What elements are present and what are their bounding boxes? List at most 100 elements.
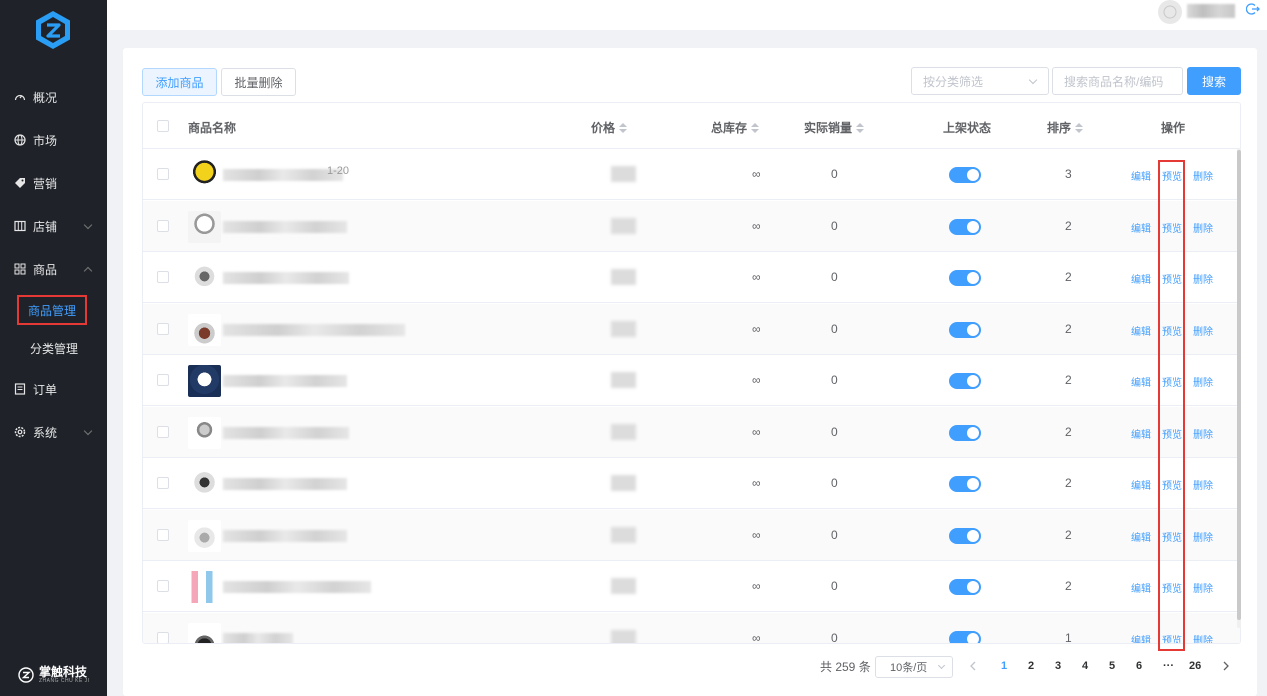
delete-link[interactable]: 删除	[1193, 168, 1213, 183]
page-number[interactable]: 4	[1082, 660, 1088, 672]
delete-link[interactable]: 删除	[1193, 426, 1213, 441]
page-number[interactable]: 5	[1109, 660, 1115, 672]
product-thumbnail[interactable]	[188, 159, 221, 191]
product-thumbnail[interactable]	[188, 571, 221, 603]
nav-item-store[interactable]: 店铺	[0, 211, 107, 241]
app-logo-icon[interactable]	[33, 10, 73, 50]
sidebar-subitem-goods-management[interactable]: 商品管理	[17, 295, 87, 325]
sort-value: 2	[1065, 270, 1072, 284]
header-sales[interactable]: 实际销量	[804, 119, 865, 136]
product-thumbnail[interactable]	[188, 313, 221, 346]
on-shelf-toggle[interactable]	[949, 579, 981, 595]
delete-link[interactable]: 删除	[1193, 580, 1213, 595]
on-shelf-toggle[interactable]	[949, 476, 981, 492]
logout-icon[interactable]	[1246, 2, 1260, 16]
page-size-select[interactable]: 10条/页	[875, 656, 953, 678]
delete-link[interactable]: 删除	[1193, 477, 1213, 492]
page-ellipsis[interactable]: ···	[1163, 660, 1174, 672]
on-shelf-toggle[interactable]	[949, 167, 981, 183]
nav-item-orders[interactable]: 订单	[0, 374, 107, 404]
edit-link[interactable]: 编辑	[1131, 374, 1151, 389]
nav-item-system[interactable]: 系统	[0, 417, 107, 447]
page-number[interactable]: 26	[1189, 660, 1201, 672]
product-thumbnail[interactable]	[188, 365, 221, 397]
delete-link[interactable]: 删除	[1193, 632, 1213, 644]
product-thumbnail[interactable]	[188, 519, 221, 552]
chevron-down-icon	[937, 661, 946, 670]
sales-value: 0	[831, 218, 838, 233]
search-input[interactable]: 搜索商品名称/编码	[1052, 67, 1183, 95]
sort-value: 1	[1065, 630, 1072, 644]
nav-item-market[interactable]: 市场	[0, 125, 107, 155]
search-placeholder: 搜索商品名称/编码	[1064, 74, 1164, 89]
edit-link[interactable]: 编辑	[1131, 220, 1151, 235]
product-thumbnail[interactable]	[188, 210, 221, 243]
row-checkbox[interactable]	[157, 528, 169, 541]
on-shelf-toggle[interactable]	[949, 218, 981, 235]
nav-item-goods[interactable]: 商品	[0, 254, 107, 284]
delete-link[interactable]: 删除	[1193, 323, 1213, 338]
nav-item-overview[interactable]: 概况	[0, 82, 107, 112]
on-shelf-toggle[interactable]	[949, 321, 981, 338]
row-checkbox[interactable]	[157, 631, 169, 643]
add-goods-button[interactable]: 添加商品	[142, 68, 217, 96]
row-checkbox[interactable]	[157, 271, 169, 283]
scrollbar-thumb[interactable]	[1237, 150, 1241, 620]
nav-item-marketing[interactable]: 营销	[0, 168, 107, 198]
product-thumbnail[interactable]	[188, 622, 221, 643]
product-thumbnail[interactable]	[188, 262, 221, 294]
edit-link[interactable]: 编辑	[1131, 529, 1151, 544]
on-shelf-toggle[interactable]	[949, 270, 981, 286]
next-page-icon[interactable]	[1222, 661, 1230, 671]
on-shelf-toggle[interactable]	[949, 424, 981, 441]
row-checkbox[interactable]	[157, 322, 169, 335]
edit-link[interactable]: 编辑	[1131, 426, 1151, 441]
edit-link[interactable]: 编辑	[1131, 632, 1151, 644]
header-price[interactable]: 价格	[591, 119, 628, 136]
header-stock[interactable]: 总库存	[711, 119, 760, 136]
on-shelf-toggle[interactable]	[949, 630, 981, 643]
page-number[interactable]: 6	[1136, 660, 1142, 672]
edit-link[interactable]: 编辑	[1131, 168, 1151, 183]
page-number[interactable]: 1	[1001, 660, 1007, 672]
edit-link[interactable]: 编辑	[1131, 477, 1151, 492]
sort-icon[interactable]	[619, 122, 628, 133]
edit-link[interactable]: 编辑	[1131, 271, 1151, 286]
page-number[interactable]: 2	[1028, 660, 1034, 672]
delete-link[interactable]: 删除	[1193, 271, 1213, 286]
tag-icon	[13, 176, 27, 190]
select-all-checkbox[interactable]	[157, 120, 169, 132]
delete-link[interactable]: 删除	[1193, 529, 1213, 544]
stock-value: ∞	[752, 218, 761, 233]
row-checkbox[interactable]	[157, 219, 169, 232]
page-number[interactable]: 3	[1055, 660, 1061, 672]
header-status-label: 上架状态	[943, 121, 992, 135]
row-checkbox[interactable]	[157, 168, 169, 180]
avatar[interactable]	[1158, 0, 1182, 24]
row-checkbox[interactable]	[157, 425, 169, 438]
sort-icon[interactable]	[856, 122, 865, 133]
delete-link[interactable]: 删除	[1193, 374, 1213, 389]
header-sort[interactable]: 排序	[1047, 119, 1084, 136]
sort-icon[interactable]	[751, 122, 760, 133]
search-button[interactable]: 搜索	[1187, 67, 1241, 95]
delete-link[interactable]: 删除	[1193, 220, 1213, 235]
sidebar-subitem-category-management[interactable]: 分类管理	[0, 333, 107, 363]
edit-link[interactable]: 编辑	[1131, 323, 1151, 338]
on-shelf-toggle[interactable]	[949, 527, 981, 544]
row-checkbox[interactable]	[157, 374, 169, 386]
product-name-blurred	[223, 220, 347, 233]
row-checkbox[interactable]	[157, 580, 169, 592]
sort-value: 2	[1065, 579, 1072, 593]
on-shelf-toggle[interactable]	[949, 373, 981, 389]
row-checkbox[interactable]	[157, 477, 169, 489]
prev-page-icon[interactable]	[969, 661, 977, 671]
product-name-blurred	[223, 375, 347, 387]
batch-delete-button[interactable]: 批量删除	[221, 68, 296, 96]
table-row: ∞ 0 2 编辑 预览 删除	[143, 406, 1240, 458]
edit-link[interactable]: 编辑	[1131, 580, 1151, 595]
sort-icon[interactable]	[1075, 122, 1084, 133]
product-thumbnail[interactable]	[188, 416, 221, 449]
product-thumbnail[interactable]	[188, 468, 221, 500]
category-filter-select[interactable]: 按分类筛选	[911, 67, 1049, 95]
